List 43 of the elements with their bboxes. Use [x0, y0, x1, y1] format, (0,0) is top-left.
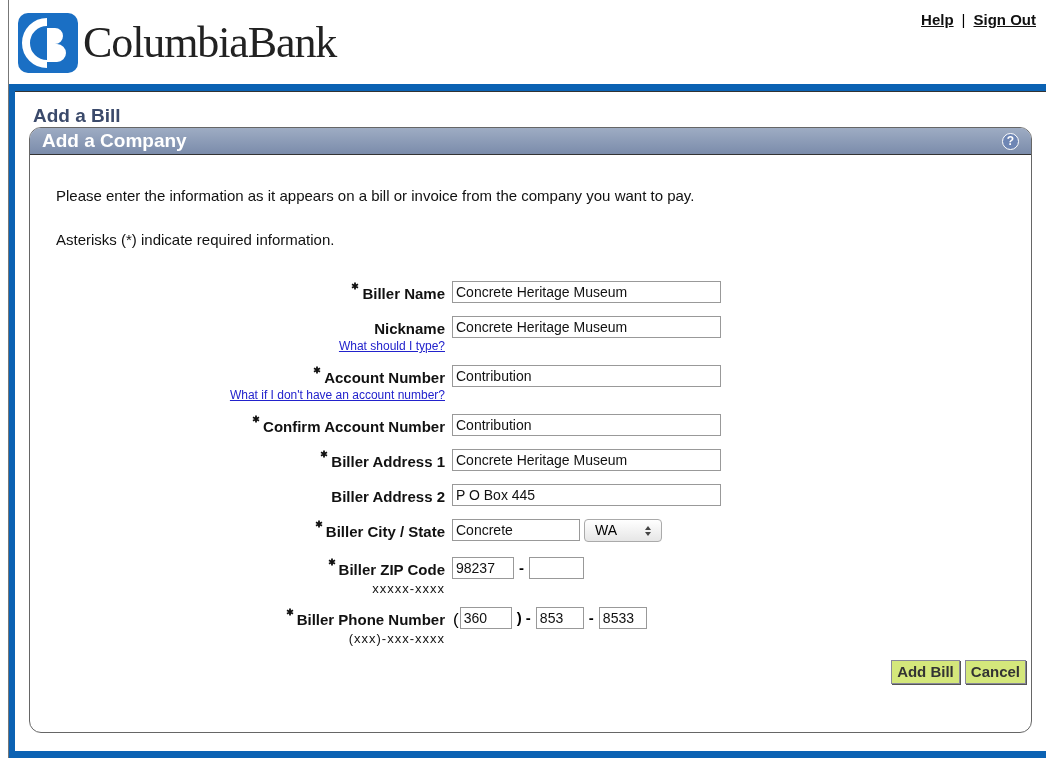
help-icon[interactable]: ? [1002, 132, 1019, 150]
intro-text: Please enter the information as it appears on a bill or invoice from the company you want to pay. [56, 186, 696, 206]
action-button[interactable]: Add Bill [891, 660, 960, 684]
field-label: Confirm Account Number [263, 417, 445, 437]
field-hint-link[interactable]: What if I don't have an account number? [229, 388, 445, 402]
required-note: Asterisks (*) indicate required information. [56, 229, 336, 250]
text-input[interactable]: Concrete Heritage Museum [452, 281, 721, 303]
field-label: Nickname [374, 319, 445, 339]
field-label: Biller Address 2 [331, 487, 445, 507]
page-title: Add a Bill [33, 105, 122, 127]
state-select[interactable]: WA [584, 519, 662, 542]
text-input[interactable]: 98237 [452, 557, 514, 579]
punctuation: ( [452, 609, 460, 631]
text-input[interactable]: Concrete Heritage Museum [452, 316, 721, 338]
text-input[interactable]: Contribution [452, 414, 721, 436]
text-input[interactable]: 360 [459, 607, 512, 629]
format-hint: (xxx)-xxx-xxxx [348, 630, 445, 648]
logo-icon [17, 12, 79, 74]
punctuation: - [587, 608, 595, 628]
field-label: Account Number [324, 368, 445, 388]
action-button[interactable]: Cancel [964, 660, 1026, 684]
field-label: Biller ZIP Code [338, 560, 445, 580]
text-input[interactable]: 8533 [598, 607, 647, 629]
header-link[interactable]: Help [921, 9, 954, 32]
updown-arrows-icon [645, 525, 651, 536]
text-input[interactable]: P O Box 445 [452, 484, 721, 506]
panel-title: Add a Company [42, 128, 187, 153]
header-link[interactable]: Sign Out [973, 9, 1036, 32]
field-hint-link[interactable]: What should I type? [338, 339, 445, 353]
format-hint: xxxxx-xxxx [372, 580, 445, 598]
link-separator: | [961, 10, 966, 30]
field-label: Biller Address 1 [331, 452, 445, 472]
text-input[interactable]: Contribution [452, 365, 721, 387]
text-input[interactable]: Concrete [452, 519, 580, 541]
field-label: Biller City / State [325, 522, 445, 542]
text-input[interactable] [529, 557, 584, 579]
field-label: Biller Name [362, 284, 445, 304]
text-input[interactable]: Concrete Heritage Museum [452, 449, 721, 471]
text-input[interactable]: 853 [535, 607, 584, 629]
punctuation: ) - [515, 608, 532, 628]
punctuation: - [518, 558, 525, 578]
logo-text: ColumbiaBank [83, 17, 337, 69]
field-label: Biller Phone Number [296, 610, 445, 630]
